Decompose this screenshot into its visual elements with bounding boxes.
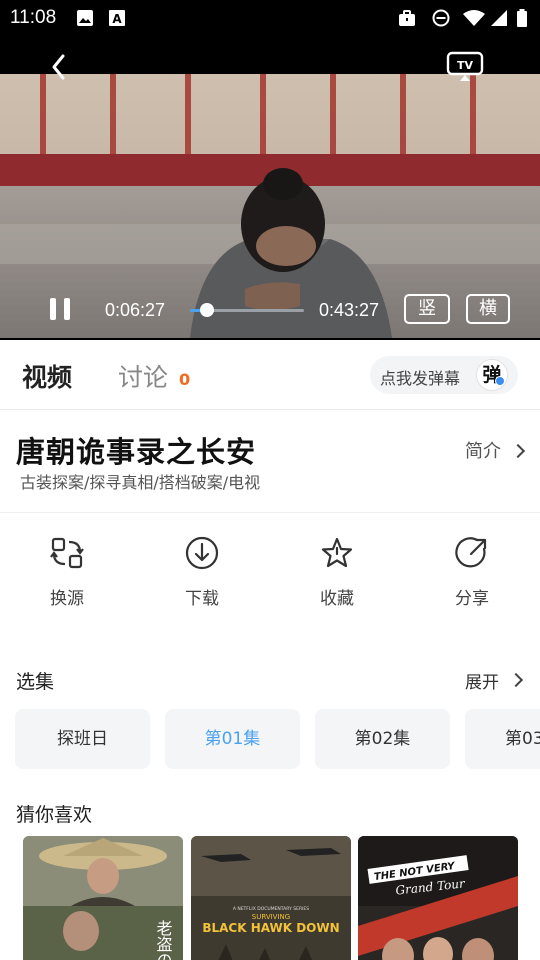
episode-chip[interactable]: 第02集 — [315, 709, 450, 769]
chevron-right-icon — [508, 672, 524, 688]
switch-source-button[interactable]: 换源 — [17, 536, 117, 616]
grand-tour-poster[interactable]: THE NOT VERY Grand Tour — [358, 836, 518, 960]
recommend-title: 猜你喜欢 — [16, 804, 93, 826]
pause-icon[interactable] — [48, 298, 72, 324]
send-danmu-button[interactable]: 点我发弹幕 弹 — [370, 356, 518, 394]
danmu-check-icon — [495, 376, 505, 386]
portrait-button[interactable]: 竖 — [404, 294, 450, 324]
image-icon — [77, 10, 93, 26]
show-title: 唐朝诡事录之长安 — [16, 435, 257, 469]
tv-cast-icon[interactable]: TV — [446, 50, 484, 82]
episodes-title: 选集 — [16, 671, 55, 693]
old-thief-poster-art: 老盗の — [23, 836, 183, 960]
intro-link[interactable]: 简介 — [465, 437, 526, 463]
bhd-series-line: A NETFLIX DOCUMENTARY SERIES — [233, 906, 309, 912]
status-bar: 11:08 A — [0, 0, 540, 36]
star-icon — [321, 537, 353, 568]
recommend-list: 老盗の A NETFLIX DOCUMENTARY SERIES SURVIVI… — [0, 836, 540, 960]
download-icon — [185, 536, 219, 570]
old-thief-caption: 老盗の — [154, 920, 173, 960]
discussion-count: 0 — [179, 370, 191, 389]
grand-tour-poster-art: THE NOT VERY Grand Tour — [358, 836, 518, 960]
bhd-line2: BLACK HAWK DOWN — [202, 921, 339, 935]
bhd-line1: SURVIVING — [252, 913, 290, 921]
share-button[interactable]: 分享 — [422, 536, 522, 616]
tab-video[interactable]: 视频 — [22, 358, 72, 394]
landscape-button[interactable]: 横 — [466, 294, 510, 324]
favorite-button[interactable]: 收藏 — [287, 536, 387, 616]
black-hawk-down-poster[interactable]: A NETFLIX DOCUMENTARY SERIES SURVIVING B… — [191, 836, 351, 960]
wifi-icon — [463, 10, 485, 26]
intro-label: 简介 — [465, 441, 501, 462]
dnd-icon — [432, 9, 450, 27]
expand-label: 展开 — [465, 673, 499, 693]
seek-bar[interactable] — [190, 303, 304, 317]
svg-text:A: A — [112, 12, 122, 26]
favorite-label: 收藏 — [320, 589, 354, 609]
download-button[interactable]: 下载 — [152, 536, 252, 616]
back-icon[interactable] — [44, 50, 74, 84]
video-player[interactable]: TV 0:06:27 0:43:27 竖 横 — [0, 36, 540, 340]
content-tabs: 视频 讨论 0 点我发弹幕 弹 — [0, 340, 540, 410]
seek-thumb[interactable] — [199, 303, 214, 317]
a-icon: A — [109, 10, 125, 26]
danmu-icon[interactable]: 弹 — [476, 359, 508, 391]
episode-chip[interactable]: 探班日 — [15, 709, 150, 769]
old-thief-poster[interactable]: 老盗の — [23, 836, 183, 960]
chevron-right-icon — [510, 443, 526, 459]
download-label: 下载 — [185, 589, 219, 609]
current-time: 0:06:27 — [105, 300, 166, 320]
show-info: 唐朝诡事录之长安 古装探案/探寻真相/搭档破案/电视 简介 — [0, 411, 540, 513]
episode-chip[interactable]: 第03 — [465, 709, 540, 769]
switch-source-icon — [50, 537, 84, 569]
switch-source-label: 换源 — [50, 589, 84, 609]
action-bar: 换源 下载 收藏 分享 — [0, 514, 540, 624]
tab-discussion[interactable]: 讨论 — [118, 358, 168, 394]
danmu-label: 点我发弹幕 — [380, 369, 461, 388]
black-hawk-down-poster-art: A NETFLIX DOCUMENTARY SERIES SURVIVING B… — [191, 836, 351, 960]
battery-icon — [517, 9, 527, 27]
svg-text:TV: TV — [457, 59, 474, 72]
signal-icon — [491, 10, 507, 26]
show-tags: 古装探案/探寻真相/搭档破案/电视 — [20, 473, 261, 492]
share-label: 分享 — [455, 589, 489, 609]
episodes-header: 选集 展开 — [0, 660, 540, 700]
episode-chip-selected[interactable]: 第01集 — [165, 709, 300, 769]
briefcase-icon — [399, 10, 415, 26]
status-time: 11:08 — [10, 7, 57, 28]
duration-time: 0:43:27 — [319, 300, 380, 320]
expand-button[interactable]: 展开 — [465, 668, 524, 693]
player-controls: 0:06:27 0:43:27 竖 横 — [0, 290, 540, 338]
share-icon — [455, 537, 487, 568]
episode-list: 探班日 第01集 第02集 第03 — [0, 709, 540, 769]
